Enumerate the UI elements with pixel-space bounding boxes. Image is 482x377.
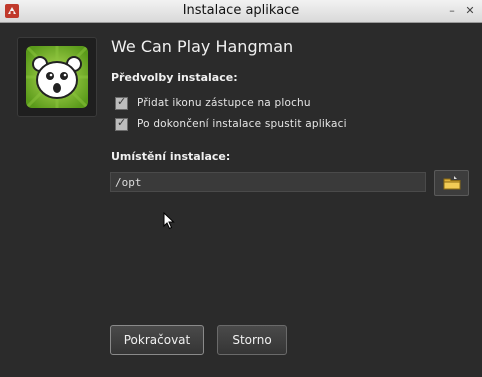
preferences-label: Předvolby instalace: [111, 71, 238, 84]
desktop-shortcut-checkbox[interactable]: ✓ [115, 94, 128, 110]
option-desktop-shortcut[interactable]: ✓ Přidat ikonu zástupce na plochu [115, 94, 311, 110]
install-location-input[interactable]: /opt [110, 172, 426, 192]
window-title: Instalace aplikace [182, 3, 300, 18]
option-launch-after-install[interactable]: ✓ Po dokončení instalace spustit aplikac… [115, 115, 347, 131]
cancel-button[interactable]: Storno [217, 325, 287, 355]
continue-button[interactable]: Pokračovat [110, 325, 204, 355]
installer-content: We Can Play Hangman Předvolby instalace:… [1, 23, 481, 376]
launch-after-install-label: Po dokončení instalace spustit aplikaci [137, 118, 347, 130]
checkmark-icon: ✓ [117, 94, 127, 108]
install-location-label: Umístění instalace: [111, 150, 231, 163]
mouse-cursor-icon [163, 212, 175, 230]
launch-after-install-checkbox[interactable]: ✓ [115, 115, 128, 131]
title-bar[interactable]: Instalace aplikace – ✕ [0, 0, 482, 23]
folder-icon [443, 176, 460, 190]
browse-folder-button[interactable] [434, 170, 469, 196]
installer-window: Instalace aplikace – ✕ We Can Play Hangm… [0, 0, 482, 377]
minimize-button[interactable]: – [444, 4, 460, 18]
close-button[interactable]: ✕ [462, 4, 478, 18]
checkmark-icon: ✓ [117, 115, 127, 129]
desktop-shortcut-label: Přidat ikonu zástupce na plochu [137, 97, 311, 109]
app-icon-frame [17, 37, 97, 117]
hangman-face-icon [26, 46, 88, 108]
app-name: We Can Play Hangman [111, 37, 294, 56]
